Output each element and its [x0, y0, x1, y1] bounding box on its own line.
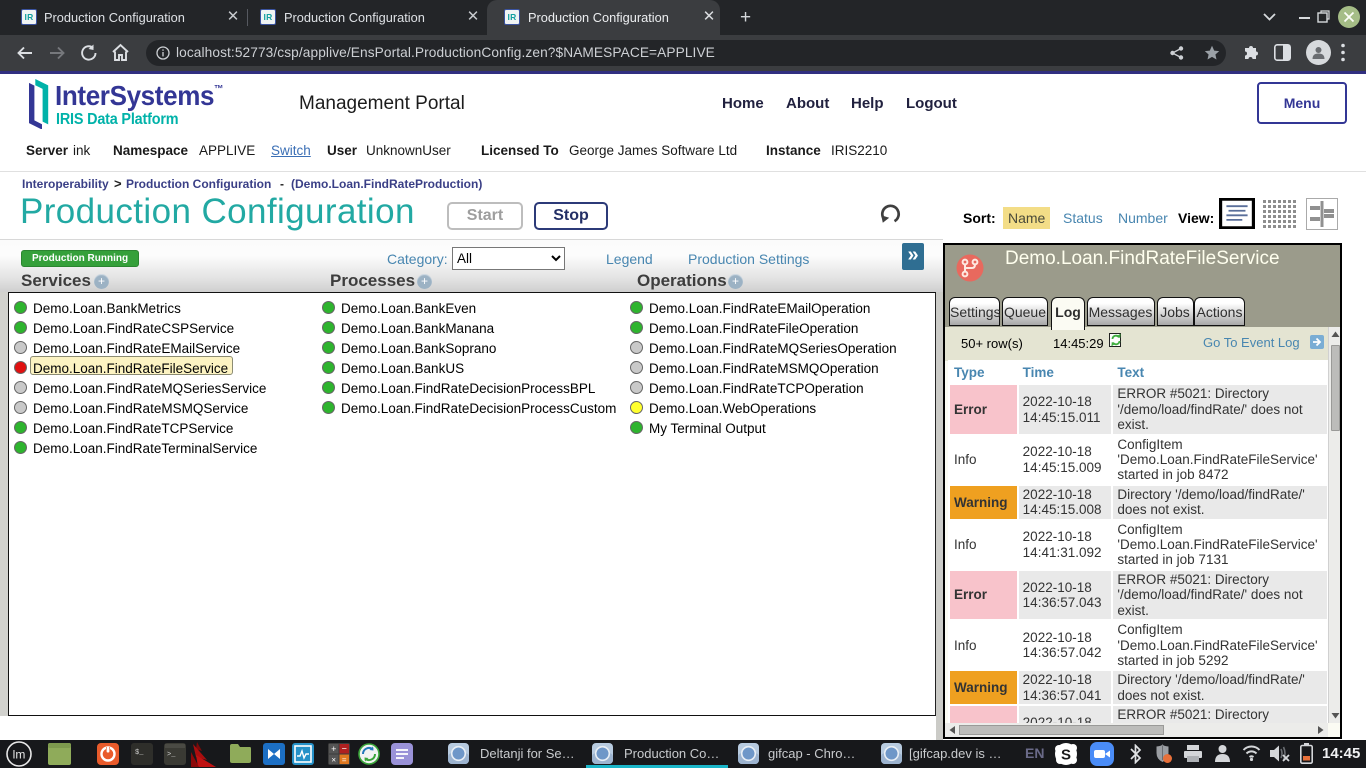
- svg-text:−: −: [342, 744, 347, 754]
- svg-text:lm: lm: [13, 748, 26, 762]
- svg-text:>_: >_: [167, 751, 176, 759]
- svg-text:S: S: [1061, 747, 1071, 764]
- svg-text:$_: $_: [135, 749, 144, 757]
- svg-text:×: ×: [331, 756, 336, 765]
- svg-text:+: +: [331, 744, 336, 754]
- svg-text:=: =: [342, 756, 347, 765]
